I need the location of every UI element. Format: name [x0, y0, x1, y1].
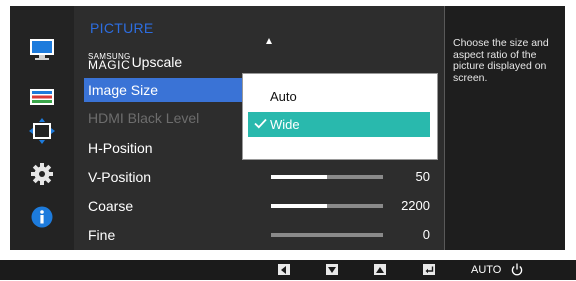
v-position-slider[interactable]: [271, 175, 383, 179]
osd-menu: PICTURE SAMSUNG MAGIC Upscale Image Size…: [10, 6, 565, 250]
option-label: Wide: [270, 117, 300, 132]
menu-item-label: V-Position: [88, 169, 152, 185]
slider-fill: [271, 204, 327, 208]
fine-slider[interactable]: [271, 233, 383, 237]
menu-item-magic-upscale[interactable]: SAMSUNG MAGIC Upscale: [84, 49, 274, 73]
enter-key-icon[interactable]: [423, 264, 435, 275]
up-key-icon[interactable]: [374, 264, 386, 275]
coarse-slider[interactable]: [271, 204, 383, 208]
gear-icon[interactable]: [10, 160, 74, 188]
v-position-value: 50: [415, 169, 430, 184]
menu-item-coarse[interactable]: Coarse: [84, 194, 274, 218]
fine-value: 0: [422, 227, 430, 242]
option-wide[interactable]: Wide: [248, 112, 430, 137]
scroll-up-icon[interactable]: [266, 38, 272, 44]
help-pane: Choose the size and aspect ratio of the …: [444, 6, 565, 250]
menu-item-label: HDMI Black Level: [88, 110, 200, 126]
down-key-icon[interactable]: [326, 264, 338, 275]
option-auto[interactable]: Auto: [248, 84, 430, 109]
info-icon[interactable]: [10, 203, 74, 231]
coarse-value: 2200: [401, 198, 430, 213]
menu-title: PICTURE: [90, 20, 154, 36]
left-key-icon[interactable]: [278, 264, 290, 275]
menu-item-label: Fine: [88, 227, 116, 243]
menu-item-label: Coarse: [88, 198, 134, 214]
image-size-popup: Auto Wide: [242, 73, 438, 160]
menu-item-fine[interactable]: Fine: [84, 223, 274, 247]
slider-fill: [271, 175, 327, 179]
color-settings-icon[interactable]: [10, 83, 74, 111]
monitor-icon[interactable]: [10, 36, 74, 64]
option-label: Auto: [270, 89, 297, 104]
auto-key-label[interactable]: AUTO: [471, 264, 501, 276]
category-sidebar: [10, 6, 74, 250]
brand-magic: MAGIC: [88, 58, 131, 72]
menu-item-image-size[interactable]: Image Size: [84, 78, 249, 102]
help-text: Choose the size and aspect ratio of the …: [453, 37, 549, 84]
menu-item-label: Image Size: [88, 82, 159, 98]
check-icon: [254, 117, 268, 132]
menu-item-v-position[interactable]: V-Position: [84, 165, 274, 189]
size-position-icon[interactable]: [10, 117, 74, 145]
menu-item-label: H-Position: [88, 140, 153, 156]
menu-item-label: Upscale: [131, 54, 183, 70]
button-guide-bar: AUTO: [0, 260, 576, 280]
power-icon[interactable]: [511, 263, 523, 281]
